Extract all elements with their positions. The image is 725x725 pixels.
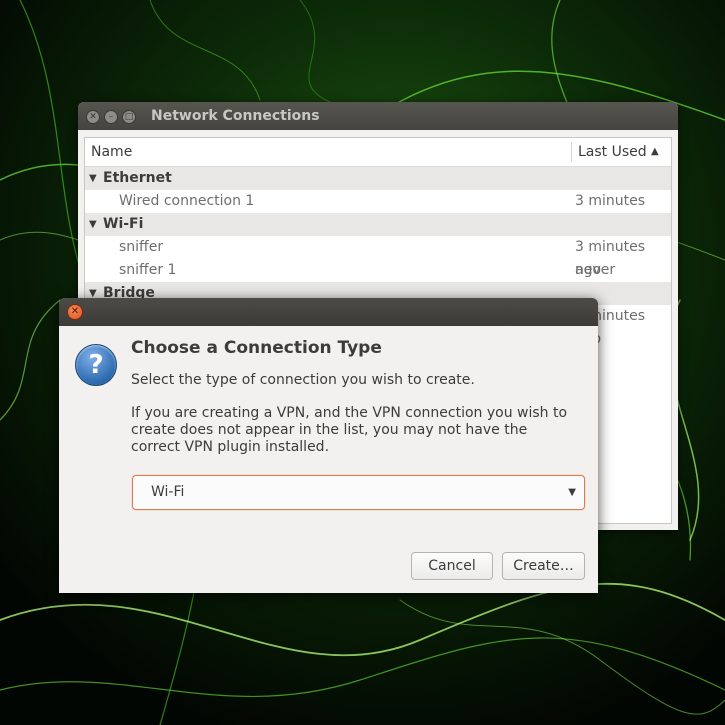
- close-icon[interactable]: ✕: [67, 304, 83, 320]
- group-wifi[interactable]: ▼ Wi-Fi: [85, 213, 671, 236]
- column-header-name[interactable]: Name: [91, 138, 132, 166]
- maximize-icon[interactable]: □: [122, 110, 136, 124]
- connection-type-dialog: ✕ ? Choose a Connection Type Select the …: [59, 298, 598, 593]
- expand-triangle-icon[interactable]: ▼: [89, 167, 97, 190]
- connection-last-used: never: [575, 262, 616, 278]
- dialog-heading: Choose a Connection Type: [131, 338, 382, 358]
- connection-row[interactable]: sniffer 3 minutes ago: [85, 236, 671, 278]
- dialog-titlebar[interactable]: ✕: [59, 298, 598, 326]
- column-header-last-used[interactable]: Last Used: [578, 138, 647, 166]
- dialog-subtext: Select the type of connection you wish t…: [131, 372, 475, 388]
- connection-row[interactable]: sniffer 1 never: [85, 259, 671, 282]
- dropdown-arrow-icon[interactable]: ▼: [568, 476, 576, 509]
- expand-triangle-icon[interactable]: ▼: [89, 213, 97, 236]
- selected-connection-type: Wi-Fi: [151, 484, 185, 500]
- group-ethernet[interactable]: ▼ Ethernet: [85, 167, 671, 190]
- sort-ascending-icon: ▲: [651, 146, 659, 157]
- connection-row[interactable]: Wired connection 1 3 minutes ago: [85, 190, 671, 232]
- minimize-icon[interactable]: –: [104, 110, 118, 124]
- dialog-note: If you are creating a VPN, and the VPN c…: [131, 405, 568, 455]
- connection-name: sniffer: [119, 239, 164, 255]
- connection-name: Wired connection 1: [119, 193, 255, 209]
- group-label: Ethernet: [103, 170, 172, 186]
- connection-type-select[interactable]: Wi-Fi ▼: [132, 475, 585, 510]
- group-label: Wi-Fi: [103, 216, 144, 232]
- column-separator: [571, 142, 572, 162]
- close-icon[interactable]: ✕: [86, 110, 100, 124]
- create-button[interactable]: Create…: [502, 552, 585, 580]
- question-icon: ?: [75, 344, 117, 386]
- window-titlebar[interactable]: ✕ – □ Network Connections: [78, 102, 678, 130]
- list-header: Name Last Used ▲: [85, 138, 671, 167]
- window-title: Network Connections: [151, 108, 320, 124]
- cancel-button[interactable]: Cancel: [411, 552, 493, 580]
- connection-name: sniffer 1: [119, 262, 177, 278]
